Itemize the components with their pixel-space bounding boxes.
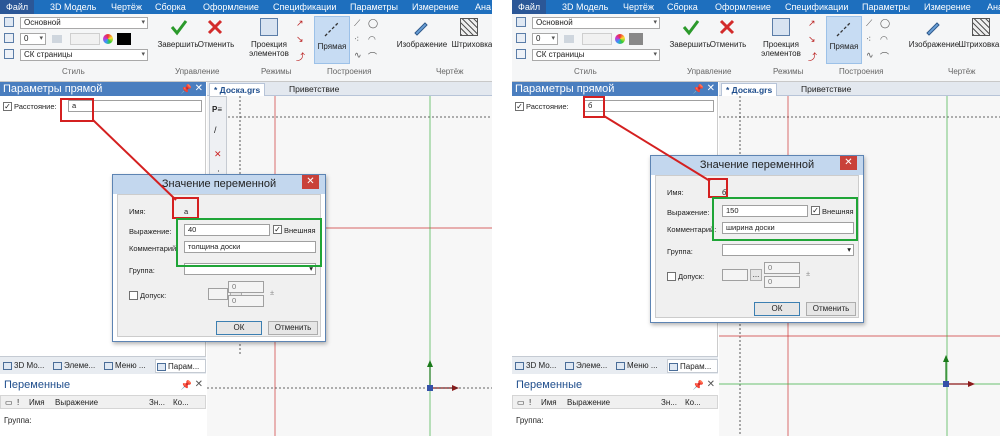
col-comment[interactable]: Ко... [685, 397, 701, 409]
variables-header: Переменные 📌 ✕ [0, 375, 206, 395]
variables-header: Переменные 📌 ✕ [512, 375, 718, 395]
col-name[interactable]: Имя [29, 397, 45, 409]
tab-3d-model[interactable]: 3D Мо... [514, 359, 556, 373]
table-icon: ▭ [517, 398, 525, 407]
tab-icon [565, 362, 574, 370]
tab-parameters[interactable]: Парам... [155, 359, 206, 373]
col-value[interactable]: Зн... [149, 397, 165, 409]
table-icon: ▭ [5, 398, 13, 407]
col-excl: ! [529, 398, 532, 407]
tab-elements[interactable]: Элеме... [52, 359, 95, 373]
col-comment[interactable]: Ко... [173, 397, 189, 409]
tab-icon [104, 362, 113, 370]
tab-icon [53, 362, 62, 370]
tab-parameters[interactable]: Парам... [667, 359, 718, 373]
bottom-tabs: 3D Мо... Элеме... Меню ... Парам... [512, 356, 718, 374]
col-expression[interactable]: Выражение [55, 397, 98, 409]
bottom-tabs: 3D Мо... Элеме... Меню ... Парам... [0, 356, 206, 374]
tab-icon [616, 362, 625, 370]
tab-3d-model[interactable]: 3D Мо... [2, 359, 44, 373]
variables-title: Переменные [4, 379, 71, 391]
tab-icon [157, 363, 166, 371]
tab-icon [669, 363, 678, 371]
tab-icon [3, 362, 12, 370]
right-screenshot: Файл 3D Модель Чертёж Сборка Оформление … [512, 0, 1000, 436]
tab-elements[interactable]: Элеме... [564, 359, 607, 373]
tab-menu[interactable]: Меню ... [615, 359, 658, 373]
col-value[interactable]: Зн... [661, 397, 677, 409]
group-row: Группа: [4, 416, 32, 425]
tab-icon [515, 362, 524, 370]
pin-icon[interactable]: 📌 [181, 375, 192, 395]
col-name[interactable]: Имя [541, 397, 557, 409]
left-screenshot: Файл 3D Модель Чертёж Сборка Оформление … [0, 0, 492, 436]
tab-menu[interactable]: Меню ... [103, 359, 146, 373]
close-icon[interactable]: ✕ [707, 375, 715, 395]
col-excl: ! [17, 398, 20, 407]
variables-table-header: ▭ ! Имя Выражение Зн... Ко... [512, 395, 718, 409]
pin-icon[interactable]: 📌 [693, 375, 704, 395]
group-row: Группа: [516, 416, 544, 425]
variables-title: Переменные [516, 379, 583, 391]
col-expression[interactable]: Выражение [567, 397, 610, 409]
variables-table-header: ▭ ! Имя Выражение Зн... Ко... [0, 395, 206, 409]
close-icon[interactable]: ✕ [195, 375, 203, 395]
